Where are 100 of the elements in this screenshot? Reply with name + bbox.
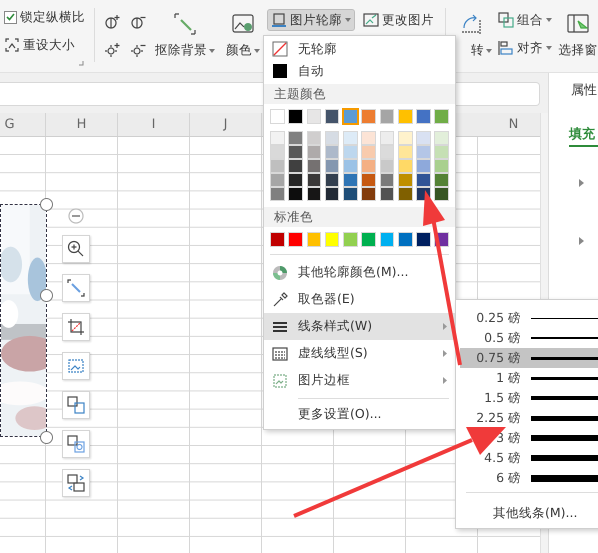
color-swatch[interactable] [324, 131, 340, 145]
color-swatch[interactable] [398, 187, 413, 201]
brightness-down-icon[interactable] [131, 42, 147, 58]
remove-background-button[interactable] [62, 274, 90, 302]
color-swatch[interactable] [380, 173, 394, 187]
color-swatch[interactable] [343, 159, 358, 173]
line-weight-option[interactable]: 1 磅 [460, 368, 598, 388]
color-swatch[interactable] [398, 131, 413, 145]
crop-button[interactable] [62, 313, 90, 341]
color-swatch[interactable] [416, 159, 431, 173]
menu-item[interactable]: 自动 [264, 60, 455, 82]
contrast-down-icon[interactable] [131, 14, 147, 30]
resize-handle[interactable] [40, 289, 53, 302]
line-weight-option[interactable]: 6 磅 [460, 468, 598, 488]
color-swatch[interactable] [380, 232, 394, 247]
line-weight-option[interactable]: 1.5 磅 [460, 388, 598, 408]
menu-item[interactable]: 图片边框 [264, 367, 455, 394]
color-swatch[interactable] [434, 109, 450, 124]
contrast-up-icon[interactable] [105, 14, 121, 30]
color-swatch[interactable] [343, 145, 358, 159]
color-swatch[interactable] [361, 159, 376, 173]
color-swatch[interactable] [343, 232, 358, 247]
picture-outline-button[interactable]: 图片轮廓 [267, 9, 355, 31]
line-weight-option[interactable]: 0.75 磅 [460, 348, 598, 368]
color-swatch[interactable] [288, 173, 303, 187]
color-swatch[interactable] [398, 159, 413, 173]
color-swatch[interactable] [361, 232, 376, 247]
color-swatch[interactable] [324, 173, 340, 187]
color-swatch[interactable] [434, 131, 450, 145]
color-swatch[interactable] [416, 173, 431, 187]
color-swatch[interactable] [270, 232, 285, 247]
color-swatch[interactable] [361, 131, 376, 145]
change-picture-button[interactable]: 更改图片 [359, 9, 438, 31]
menu-item[interactable]: 无轮廓 [264, 38, 455, 60]
rotate-button[interactable]: 转 [452, 6, 492, 72]
dialog-launcher-icon[interactable] [79, 61, 84, 66]
menu-item[interactable]: 线条样式(W) [264, 313, 455, 340]
menu-item[interactable]: 更多设置(O)... [264, 403, 455, 425]
color-swatch[interactable] [324, 232, 340, 247]
menu-item[interactable]: 取色器(E) [264, 286, 455, 313]
color-swatch[interactable] [306, 173, 322, 187]
color-swatch[interactable] [270, 109, 285, 124]
color-swatch[interactable] [361, 173, 376, 187]
line-weight-option[interactable]: 4.5 磅 [460, 448, 598, 468]
color-swatch[interactable] [434, 145, 450, 159]
menu-item[interactable]: 虚线线型(S) [264, 340, 455, 367]
panel-tab[interactable]: 填充 [569, 125, 598, 147]
color-swatch[interactable] [398, 232, 413, 247]
color-swatch[interactable] [324, 187, 340, 201]
line-weight-option[interactable]: 0.25 磅 [460, 308, 598, 328]
picture-to-text-button[interactable] [62, 430, 90, 458]
menu-item[interactable]: 其他线条(M)... [460, 505, 598, 522]
color-swatch[interactable] [416, 131, 431, 145]
color-swatch[interactable] [343, 187, 358, 201]
color-swatch[interactable] [270, 131, 285, 145]
color-swatch[interactable] [343, 173, 358, 187]
line-weight-option[interactable]: 0.5 磅 [460, 328, 598, 348]
expand-arrow-icon[interactable] [579, 237, 584, 245]
color-swatch[interactable] [270, 159, 285, 173]
color-swatch[interactable] [288, 109, 303, 124]
color-swatch[interactable] [380, 109, 394, 124]
color-swatch[interactable] [288, 159, 303, 173]
line-weight-option[interactable]: 2.25 磅 [460, 408, 598, 428]
color-swatch[interactable] [306, 145, 322, 159]
color-swatch[interactable] [361, 145, 376, 159]
picture-frame-button[interactable] [62, 352, 90, 380]
color-swatch[interactable] [288, 232, 303, 247]
color-swatch[interactable] [416, 109, 431, 124]
color-swatch[interactable] [324, 109, 340, 124]
column-header[interactable]: J [190, 113, 262, 136]
color-swatch[interactable] [361, 109, 376, 124]
color-swatch[interactable] [306, 159, 322, 173]
color-swatch[interactable] [434, 187, 450, 201]
color-swatch[interactable] [288, 145, 303, 159]
color-swatch[interactable] [343, 109, 358, 124]
color-swatch[interactable] [398, 145, 413, 159]
align-button[interactable]: 对齐 [496, 37, 556, 59]
picture-to-document-button[interactable] [62, 391, 90, 419]
color-swatch[interactable] [270, 187, 285, 201]
selection-pane-button[interactable]: 选择窗 [556, 6, 598, 72]
color-swatch[interactable] [434, 173, 450, 187]
remove-background-button[interactable]: 抠除背景 [151, 6, 219, 72]
color-button[interactable]: 颜色 [219, 6, 267, 72]
zoom-in-button[interactable] [62, 235, 90, 263]
color-swatch[interactable] [270, 145, 285, 159]
color-swatch[interactable] [288, 131, 303, 145]
color-swatch[interactable] [306, 109, 322, 124]
color-swatch[interactable] [380, 159, 394, 173]
group-button[interactable]: 组合 [496, 9, 556, 31]
resize-handle[interactable] [40, 198, 53, 211]
color-swatch[interactable] [398, 109, 413, 124]
color-swatch[interactable] [324, 145, 340, 159]
color-swatch[interactable] [270, 173, 285, 187]
color-swatch[interactable] [324, 159, 340, 173]
color-swatch[interactable] [416, 145, 431, 159]
color-swatch[interactable] [398, 173, 413, 187]
color-swatch[interactable] [343, 131, 358, 145]
swap-picture-button[interactable] [62, 469, 90, 497]
checkbox[interactable] [4, 10, 17, 24]
color-swatch[interactable] [288, 187, 303, 201]
